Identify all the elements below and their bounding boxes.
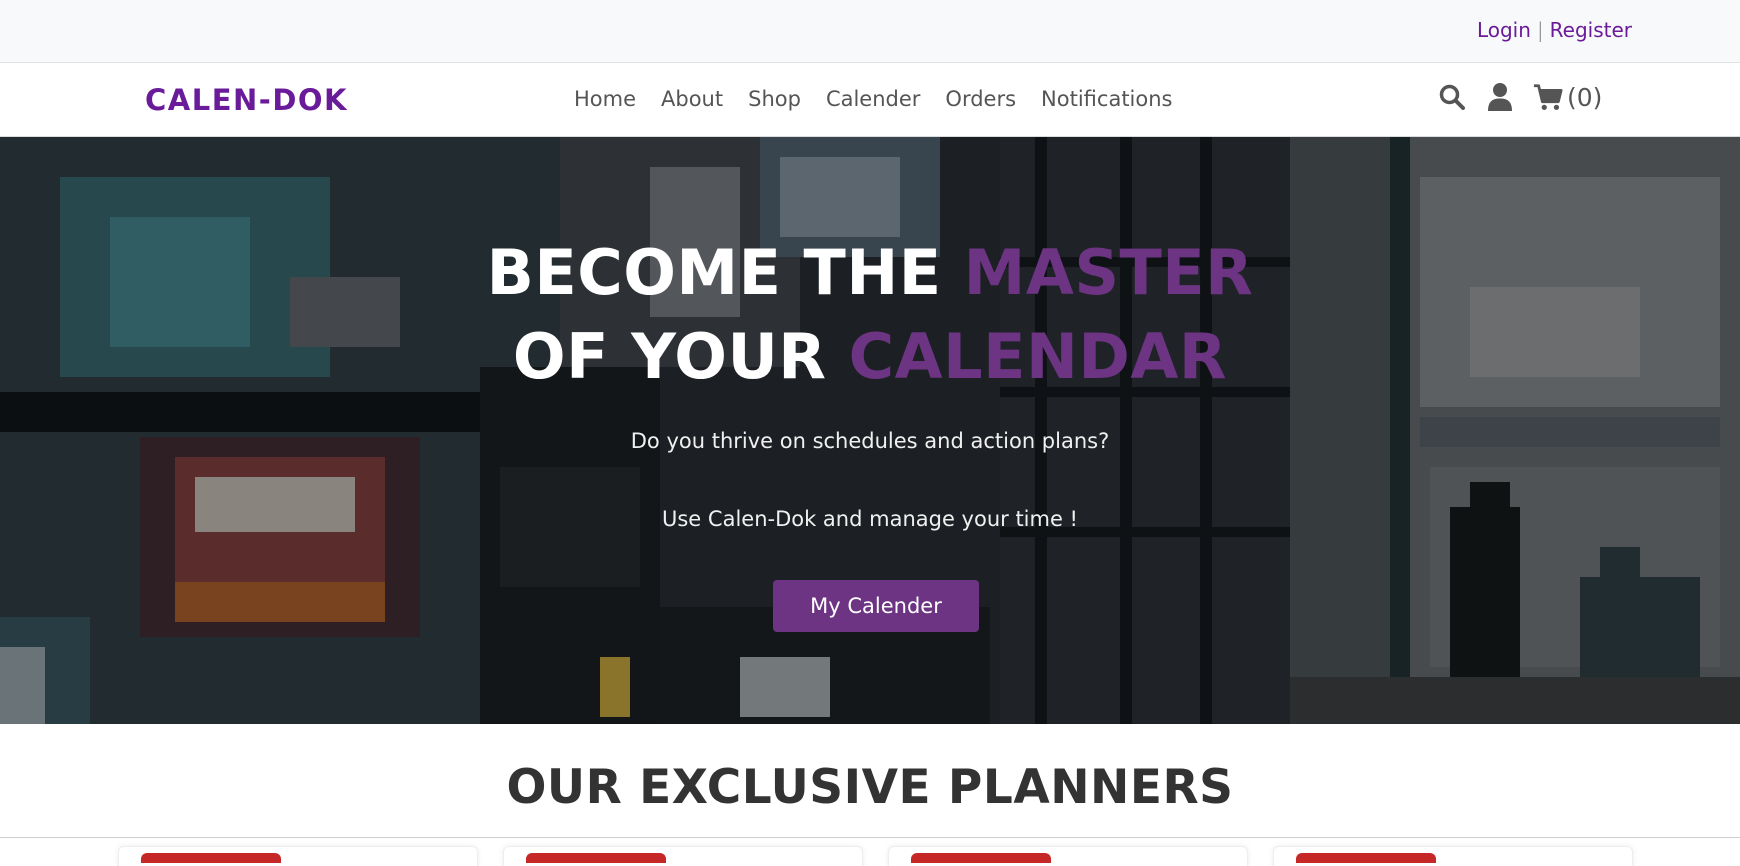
auth-separator: | — [1536, 18, 1544, 42]
hero-title-text: OF YOUR — [512, 320, 849, 393]
hero-title-line-1: BECOME THE MASTER — [0, 231, 1740, 315]
planner-cards — [0, 838, 1740, 866]
section-title: OUR EXCLUSIVE PLANNERS — [506, 760, 1234, 815]
hero-title-accent: CALENDAR — [848, 320, 1228, 393]
nav-link-home[interactable]: Home — [574, 87, 636, 111]
card-tag — [526, 853, 666, 863]
hero-section: BECOME THE MASTER OF YOUR CALENDAR Do yo… — [0, 137, 1740, 724]
card-tag — [141, 853, 281, 863]
auth-links: Login | Register — [1477, 18, 1632, 42]
hero-subtitle-2: Use Calen-Dok and manage your time ! — [662, 507, 1078, 531]
nav-link-shop[interactable]: Shop — [748, 87, 801, 111]
hero-title-text: BECOME THE — [486, 236, 964, 309]
planner-card[interactable] — [888, 846, 1248, 866]
register-link[interactable]: Register — [1550, 18, 1632, 42]
planner-card[interactable] — [118, 846, 478, 866]
card-tag — [911, 853, 1051, 863]
hero-title-accent: MASTER — [963, 236, 1254, 309]
card-tag — [1296, 853, 1436, 863]
nav-link-orders[interactable]: Orders — [945, 87, 1016, 111]
nav-link-calender[interactable]: Calender — [826, 87, 920, 111]
top-bar: Login | Register — [0, 0, 1740, 63]
cart-count: (0) — [1567, 82, 1603, 112]
nav-link-notifications[interactable]: Notifications — [1041, 87, 1172, 111]
nav-links: Home About Shop Calender Orders Notifica… — [574, 87, 1172, 111]
hero-title-line-2: OF YOUR CALENDAR — [0, 315, 1740, 399]
cart-icon — [1533, 81, 1563, 113]
my-calender-button[interactable]: My Calender — [773, 580, 979, 632]
user-icon[interactable] — [1485, 81, 1515, 113]
brand-logo[interactable]: CALEN-DOK — [145, 83, 348, 117]
cart-button[interactable]: (0) — [1533, 81, 1602, 113]
planner-card[interactable] — [503, 846, 863, 866]
main-navbar: CALEN-DOK Home About Shop Calender Order… — [0, 64, 1740, 137]
login-link[interactable]: Login — [1477, 18, 1531, 42]
planner-card[interactable] — [1273, 846, 1633, 866]
nav-icons: (0) — [1437, 81, 1602, 113]
nav-link-about[interactable]: About — [661, 87, 723, 111]
search-icon[interactable] — [1437, 81, 1467, 113]
hero-subtitle-1: Do you thrive on schedules and action pl… — [630, 429, 1110, 453]
